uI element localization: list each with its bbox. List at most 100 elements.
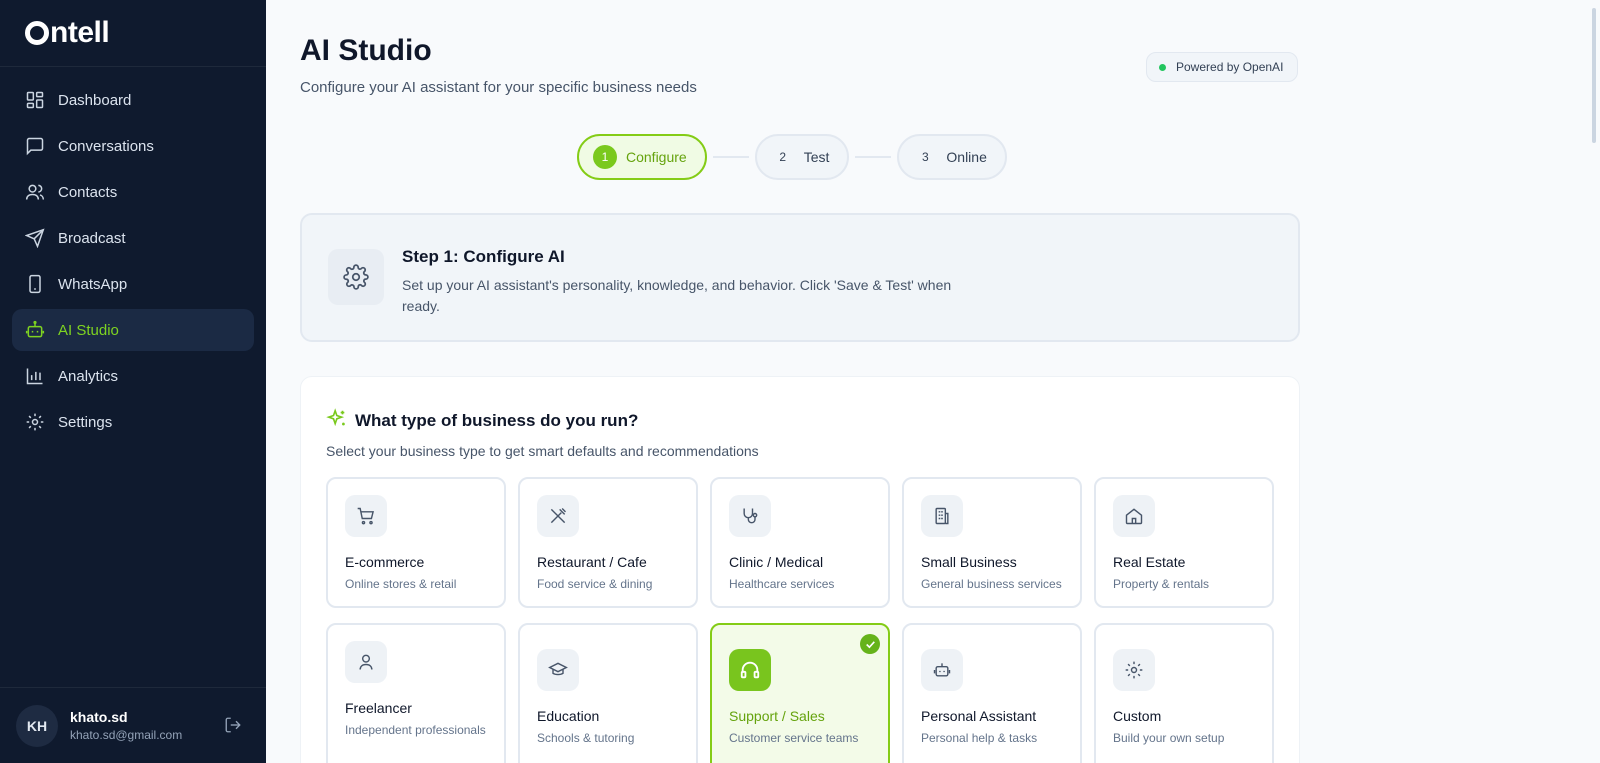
tile-name: Freelancer bbox=[345, 700, 412, 716]
user-email: khato.sd@gmail.com bbox=[70, 728, 183, 742]
tile-description: Schools & tutoring bbox=[537, 731, 635, 745]
step-connector bbox=[855, 156, 892, 158]
tile-description: General business services bbox=[921, 577, 1062, 591]
sidebar-item-ai-studio[interactable]: AI Studio bbox=[12, 309, 254, 351]
sidebar: ntell Dashboard Conversations Contacts B… bbox=[0, 0, 266, 763]
tile-description: Independent professionals bbox=[345, 723, 486, 737]
step-test[interactable]: 2 Test bbox=[754, 134, 850, 180]
tile-name: Restaurant / Cafe bbox=[537, 554, 647, 570]
sidebar-item-analytics[interactable]: Analytics bbox=[12, 355, 254, 397]
tile-description: Property & rentals bbox=[1113, 577, 1210, 591]
avatar[interactable]: KH bbox=[16, 704, 58, 747]
scrollbar[interactable] bbox=[1576, 0, 1600, 763]
powered-by-label: Powered by OpenAI bbox=[1176, 60, 1284, 74]
bot-icon bbox=[25, 320, 45, 340]
send-icon bbox=[25, 228, 45, 248]
sparkle-icon bbox=[326, 408, 348, 430]
business-type-subtitle: Select your business type to get smart d… bbox=[326, 443, 759, 459]
sidebar-item-whatsapp[interactable]: WhatsApp bbox=[12, 263, 254, 305]
tile-name: Education bbox=[537, 708, 600, 724]
tile-name: Support / Sales bbox=[729, 708, 825, 724]
scrollbar-thumb[interactable] bbox=[1592, 8, 1596, 143]
tile-description: Build your own setup bbox=[1113, 731, 1225, 745]
step-number: 1 bbox=[593, 145, 617, 169]
step-info-title: Step 1: Configure AI bbox=[402, 247, 565, 266]
business-tile-real-estate[interactable]: Real Estate Property & rentals bbox=[1094, 477, 1274, 608]
business-tile-restaurant[interactable]: Restaurant / Cafe Food service & dining bbox=[518, 477, 698, 608]
sidebar-item-label: Settings bbox=[58, 413, 113, 431]
sidebar-item-label: Broadcast bbox=[58, 229, 126, 247]
user-info: khato.sd khato.sd@gmail.com bbox=[70, 709, 182, 742]
business-tile-custom[interactable]: Custom Build your own setup bbox=[1094, 623, 1274, 763]
business-type-title: What type of business do you run? bbox=[355, 411, 639, 430]
tile-name: Clinic / Medical bbox=[729, 554, 824, 570]
person-icon bbox=[345, 641, 387, 683]
robot-icon bbox=[921, 649, 963, 691]
sidebar-item-label: AI Studio bbox=[58, 321, 119, 339]
house-icon bbox=[1113, 495, 1155, 537]
building-icon bbox=[921, 495, 963, 537]
business-tile-support-sales[interactable]: Support / Sales Customer service teams bbox=[710, 623, 890, 763]
logout-icon[interactable] bbox=[224, 716, 242, 734]
main-content: AI Studio Configure your AI assistant fo… bbox=[266, 0, 1576, 763]
business-tile-clinic[interactable]: Clinic / Medical Healthcare services bbox=[710, 477, 890, 608]
business-tile-personal-assistant[interactable]: Personal Assistant Personal help & tasks bbox=[902, 623, 1082, 763]
step-number: 2 bbox=[779, 150, 787, 164]
sidebar-item-label: Analytics bbox=[58, 367, 119, 385]
tile-name: Personal Assistant bbox=[921, 708, 1037, 724]
bar-chart-icon bbox=[25, 366, 45, 386]
business-type-card: What type of business do you run? Select… bbox=[300, 376, 1300, 763]
chat-icon bbox=[25, 136, 45, 156]
tile-name: Custom bbox=[1113, 708, 1162, 724]
tile-name: Real Estate bbox=[1113, 554, 1186, 570]
tile-description: Personal help & tasks bbox=[921, 731, 1038, 745]
dashboard-icon bbox=[25, 90, 45, 110]
cart-icon bbox=[345, 495, 387, 537]
logo[interactable]: ntell bbox=[0, 0, 266, 67]
tile-name: E-commerce bbox=[345, 554, 425, 570]
gear-icon bbox=[1113, 649, 1155, 691]
status-dot-icon bbox=[1159, 63, 1166, 71]
logo-text: ntell bbox=[50, 16, 110, 49]
business-tile-education[interactable]: Education Schools & tutoring bbox=[518, 623, 698, 763]
sidebar-item-contacts[interactable]: Contacts bbox=[12, 171, 254, 213]
stethoscope-icon bbox=[729, 495, 771, 537]
check-icon bbox=[860, 634, 880, 654]
tile-description: Online stores & retail bbox=[345, 577, 457, 591]
headphones-icon bbox=[729, 649, 771, 691]
step-info-card: Step 1: Configure AI Set up your AI assi… bbox=[300, 213, 1300, 342]
sidebar-item-dashboard[interactable]: Dashboard bbox=[12, 79, 254, 121]
business-tile-freelancer[interactable]: Freelancer Independent professionals bbox=[326, 623, 506, 763]
sidebar-item-settings[interactable]: Settings bbox=[12, 401, 254, 443]
user-panel: KH khato.sd khato.sd@gmail.com bbox=[0, 687, 266, 763]
logo-mark bbox=[25, 21, 49, 45]
step-number: 3 bbox=[922, 150, 929, 164]
tile-description: Healthcare services bbox=[729, 577, 835, 591]
sidebar-item-conversations[interactable]: Conversations bbox=[12, 125, 254, 167]
sidebar-item-broadcast[interactable]: Broadcast bbox=[12, 217, 254, 259]
step-info-description: Set up your AI assistant's personality, … bbox=[402, 277, 952, 314]
graduation-cap-icon bbox=[537, 649, 579, 691]
gear-icon bbox=[25, 412, 45, 432]
tile-description: Customer service teams bbox=[729, 731, 859, 745]
gear-icon bbox=[328, 249, 384, 305]
step-connector bbox=[712, 156, 749, 158]
sidebar-item-label: Dashboard bbox=[58, 91, 132, 109]
business-tile-small-business[interactable]: Small Business General business services bbox=[902, 477, 1082, 608]
sidebar-item-label: WhatsApp bbox=[58, 275, 128, 293]
stepper: 1 Configure 2 Test 3 Online bbox=[577, 134, 1007, 180]
sidebar-item-label: Contacts bbox=[58, 183, 118, 201]
step-configure[interactable]: 1 Configure bbox=[577, 134, 707, 180]
sidebar-item-label: Conversations bbox=[58, 137, 154, 155]
tile-description: Food service & dining bbox=[537, 577, 653, 591]
utensils-icon bbox=[537, 495, 579, 537]
step-label: Configure bbox=[626, 149, 687, 165]
users-icon bbox=[25, 182, 45, 202]
sidebar-nav: Dashboard Conversations Contacts Broadca… bbox=[0, 67, 266, 443]
page-title: AI Studio bbox=[300, 34, 432, 67]
tile-name: Small Business bbox=[921, 554, 1017, 570]
phone-icon bbox=[25, 274, 45, 294]
business-tile-ecommerce[interactable]: E-commerce Online stores & retail bbox=[326, 477, 506, 608]
step-online[interactable]: 3 Online bbox=[897, 134, 1007, 180]
powered-by-badge: Powered by OpenAI bbox=[1146, 52, 1299, 82]
